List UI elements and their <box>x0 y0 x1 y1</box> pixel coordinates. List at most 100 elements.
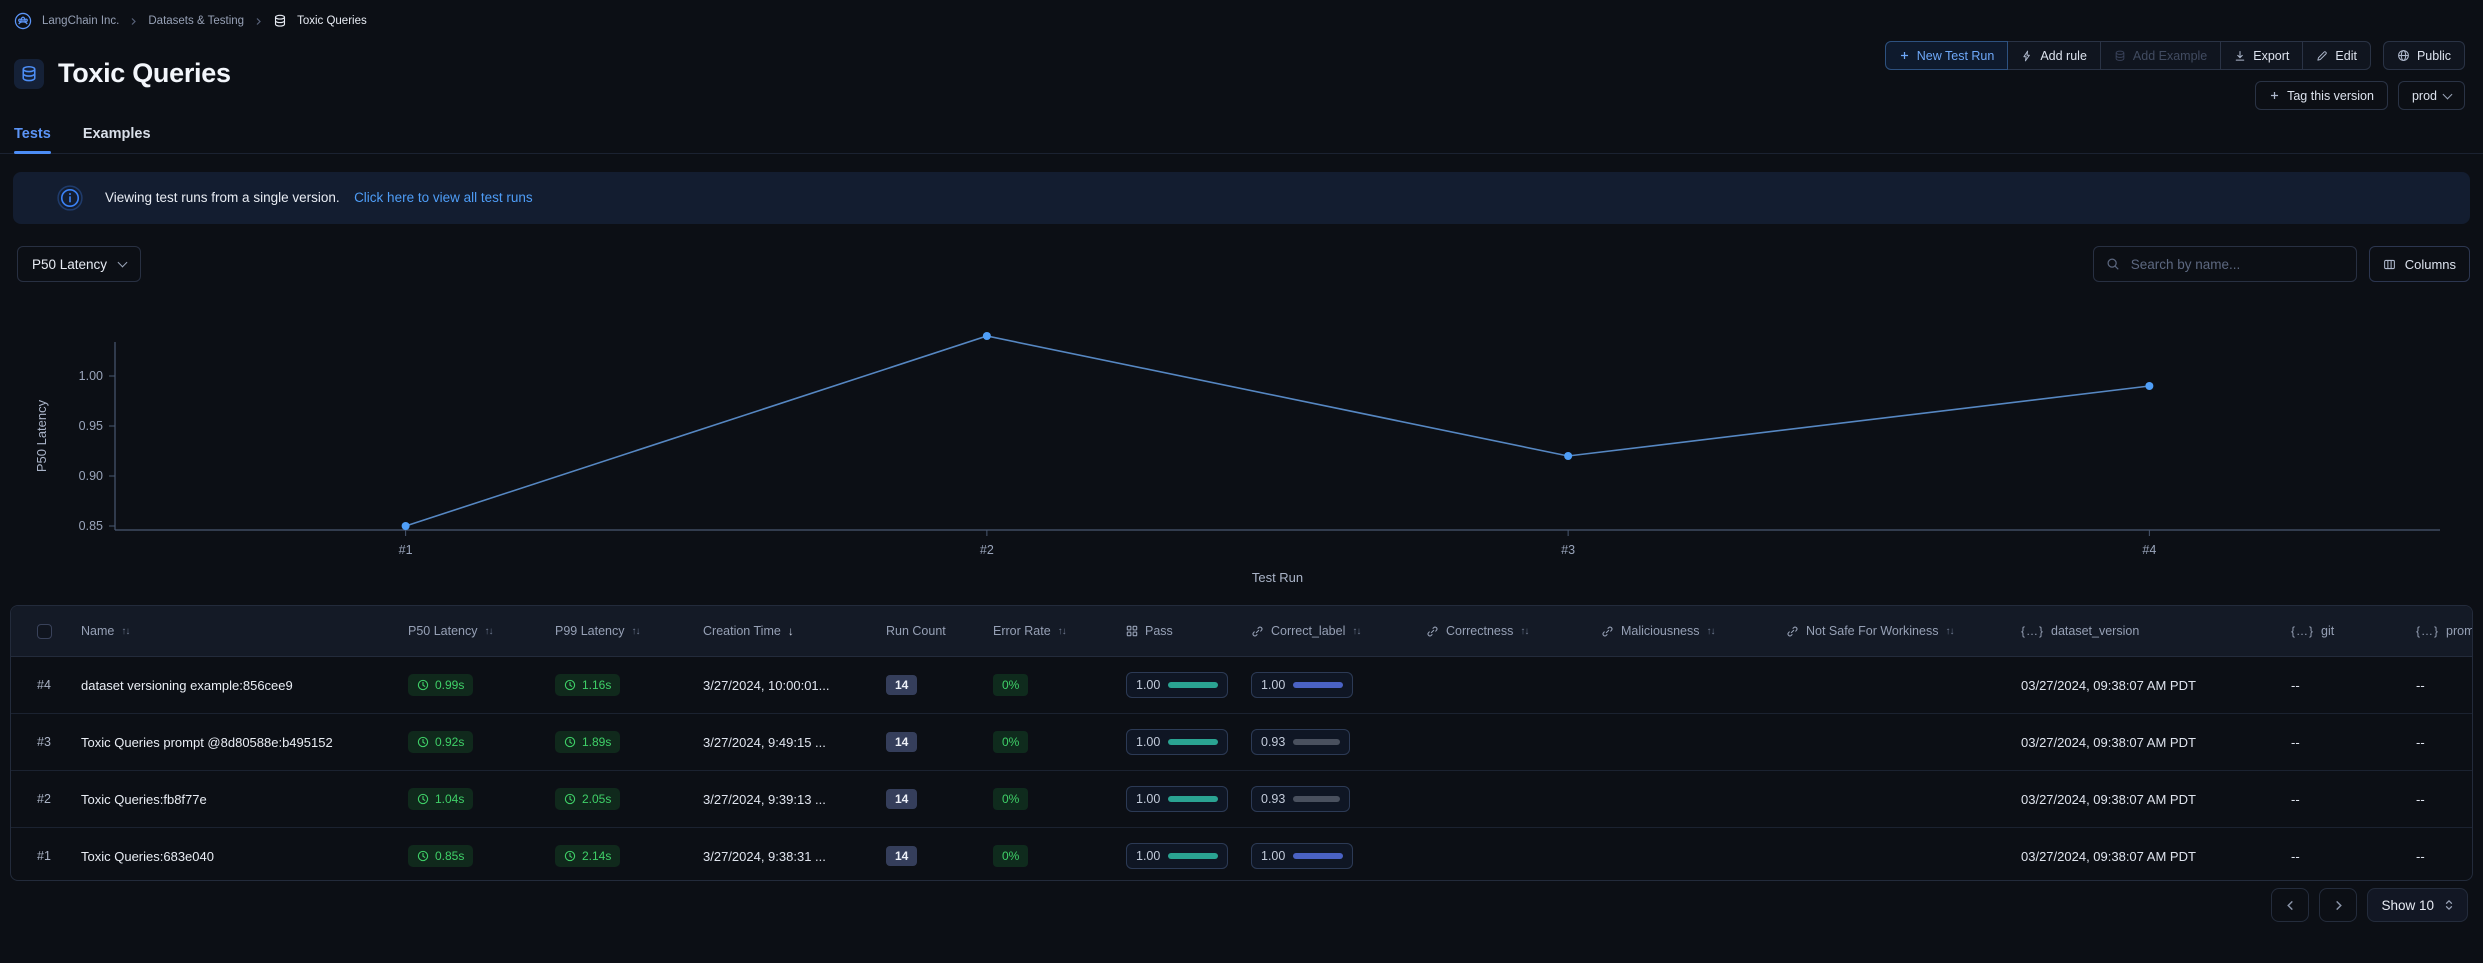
clock-icon <box>417 793 429 805</box>
pass-score-pill: 1.00 <box>1126 672 1228 698</box>
git-value: -- <box>2291 678 2300 693</box>
pass-score-pill: 1.00 <box>1126 786 1228 812</box>
edit-button[interactable]: Edit <box>2303 41 2371 70</box>
sort-toggle-icon[interactable]: ↑↓ <box>1520 626 1528 637</box>
metric-selector-dropdown[interactable]: P50 Latency <box>17 246 141 282</box>
columns-icon <box>2383 258 2396 271</box>
error-rate-badge: 0% <box>993 731 1028 753</box>
clock-icon <box>417 679 429 691</box>
clock-icon <box>417 736 429 748</box>
sort-toggle-icon[interactable]: ↑↓ <box>1058 626 1066 637</box>
metadata-braces-icon: {…} <box>2021 624 2044 638</box>
tab-bar: Tests Examples <box>0 118 2483 154</box>
breadcrumb-current: Toxic Queries <box>297 15 367 27</box>
column-header-name[interactable]: Name↑↓ <box>81 624 408 638</box>
version-tag-select[interactable]: prod <box>2398 81 2465 110</box>
column-header-p50[interactable]: P50 Latency↑↓ <box>408 624 555 638</box>
p50-latency-badge: 1.04s <box>408 788 473 810</box>
chevron-right-icon <box>129 17 138 26</box>
search-input[interactable] <box>2129 256 2344 273</box>
add-example-button[interactable]: Add Example <box>2101 41 2221 70</box>
svg-text:#3: #3 <box>1561 543 1575 557</box>
new-test-run-button[interactable]: New Test Run <box>1885 41 2009 70</box>
column-header-creation_time[interactable]: Creation Time↓ <box>703 624 886 638</box>
run-count-badge: 14 <box>886 732 917 752</box>
page-size-select[interactable]: Show 10 <box>2367 888 2468 922</box>
tab-examples[interactable]: Examples <box>83 126 151 153</box>
creation-time-value: 3/27/2024, 9:38:31 ... <box>703 849 826 864</box>
export-button[interactable]: Export <box>2221 41 2303 70</box>
sort-desc-icon[interactable]: ↓ <box>788 624 794 638</box>
svg-text:1.00: 1.00 <box>79 369 103 383</box>
tag-this-version-button[interactable]: Tag this version <box>2255 81 2388 110</box>
table-row[interactable]: #1Toxic Queries:683e0400.85s2.14s3/27/20… <box>11 827 2473 881</box>
breadcrumb: LangChain Inc. Datasets & Testing Toxic … <box>14 12 367 30</box>
view-all-test-runs-link[interactable]: Click here to view all test runs <box>354 190 533 205</box>
error-rate-badge: 0% <box>993 674 1028 696</box>
previous-page-button[interactable] <box>2271 888 2309 922</box>
search-input-container <box>2093 246 2357 282</box>
breadcrumb-section[interactable]: Datasets & Testing <box>148 15 244 27</box>
table-row[interactable]: #4dataset versioning example:856cee90.99… <box>11 657 2473 713</box>
creation-time-value: 3/27/2024, 9:49:15 ... <box>703 735 826 750</box>
organization-avatar-icon[interactable] <box>14 12 32 30</box>
correct_label-score-pill: 0.93 <box>1251 786 1350 812</box>
column-header-pass[interactable]: Pass <box>1126 624 1251 638</box>
table-row[interactable]: #3Toxic Queries prompt @8d80588e:b495152… <box>11 713 2473 770</box>
test-runs-table: Name↑↓P50 Latency↑↓P99 Latency↑↓Creation… <box>10 605 2473 881</box>
column-header-prompt[interactable]: {…}prompt <box>2416 624 2473 638</box>
clock-icon <box>564 850 576 862</box>
svg-text:#1: #1 <box>399 543 413 557</box>
dataset-actions-group: New Test Run Add rule Add Example Export <box>1885 41 2371 70</box>
sort-toggle-icon[interactable]: ↑↓ <box>1707 626 1715 637</box>
chevron-down-icon <box>2443 89 2453 99</box>
correct_label-score-pill: 0.93 <box>1251 729 1350 755</box>
single-version-banner: Viewing test runs from a single version.… <box>13 172 2470 224</box>
globe-icon <box>2397 49 2410 62</box>
pencil-icon <box>2316 50 2328 62</box>
public-button[interactable]: Public <box>2383 41 2465 70</box>
column-header-maliciousness[interactable]: Maliciousness↑↓ <box>1601 624 1786 638</box>
select-all-checkbox[interactable] <box>37 624 52 639</box>
column-header-p99[interactable]: P99 Latency↑↓ <box>555 624 703 638</box>
svg-text:0.85: 0.85 <box>79 519 103 533</box>
chain-link-icon <box>1251 625 1264 638</box>
metadata-braces-icon: {…} <box>2416 624 2439 638</box>
column-header-correctness[interactable]: Correctness↑↓ <box>1426 624 1601 638</box>
sort-toggle-icon[interactable]: ↑↓ <box>121 626 129 637</box>
clock-icon <box>564 793 576 805</box>
sort-toggle-icon[interactable]: ↑↓ <box>632 626 640 637</box>
p50-latency-badge: 0.99s <box>408 674 473 696</box>
column-header-dataset_version[interactable]: {…}dataset_version <box>2021 624 2291 638</box>
column-header-error_rate[interactable]: Error Rate↑↓ <box>993 624 1126 638</box>
table-row[interactable]: #2Toxic Queries:fb8f77e1.04s2.05s3/27/20… <box>11 770 2473 827</box>
run-name-link[interactable]: Toxic Queries prompt @8d80588e:b495152 <box>81 735 333 750</box>
chain-link-icon <box>1786 625 1799 638</box>
run-count-badge: 14 <box>886 675 917 695</box>
sort-toggle-icon[interactable]: ↑↓ <box>1352 626 1360 637</box>
svg-text:0.90: 0.90 <box>79 469 103 483</box>
run-name-link[interactable]: Toxic Queries:683e040 <box>81 849 214 864</box>
column-header-not_safe_for_workiness[interactable]: Not Safe For Workiness↑↓ <box>1786 624 2021 638</box>
run-name-link[interactable]: dataset versioning example:856cee9 <box>81 678 293 693</box>
run-name-link[interactable]: Toxic Queries:fb8f77e <box>81 792 207 807</box>
metadata-braces-icon: {…} <box>2291 624 2314 638</box>
columns-button[interactable]: Columns <box>2369 246 2470 282</box>
sort-toggle-icon[interactable]: ↑↓ <box>1945 626 1953 637</box>
svg-text:0.95: 0.95 <box>79 419 103 433</box>
column-header-git[interactable]: {…}git <box>2291 624 2416 638</box>
next-page-button[interactable] <box>2319 888 2357 922</box>
svg-text:Test Run: Test Run <box>1252 570 1303 585</box>
column-header-correct_label[interactable]: Correct_label↑↓ <box>1251 624 1426 638</box>
chevron-right-icon <box>254 17 263 26</box>
breadcrumb-org[interactable]: LangChain Inc. <box>42 15 119 27</box>
sort-toggle-icon[interactable]: ↑↓ <box>485 626 493 637</box>
database-icon <box>273 14 287 28</box>
error-rate-badge: 0% <box>993 788 1028 810</box>
tab-tests[interactable]: Tests <box>14 126 51 153</box>
column-header-run_count[interactable]: Run Count <box>886 624 993 638</box>
add-rule-button[interactable]: Add rule <box>2008 41 2101 70</box>
p99-latency-badge: 2.05s <box>555 788 620 810</box>
dataset_version-value: 03/27/2024, 09:38:07 AM PDT <box>2021 678 2196 693</box>
column-header-num[interactable] <box>11 624 81 639</box>
